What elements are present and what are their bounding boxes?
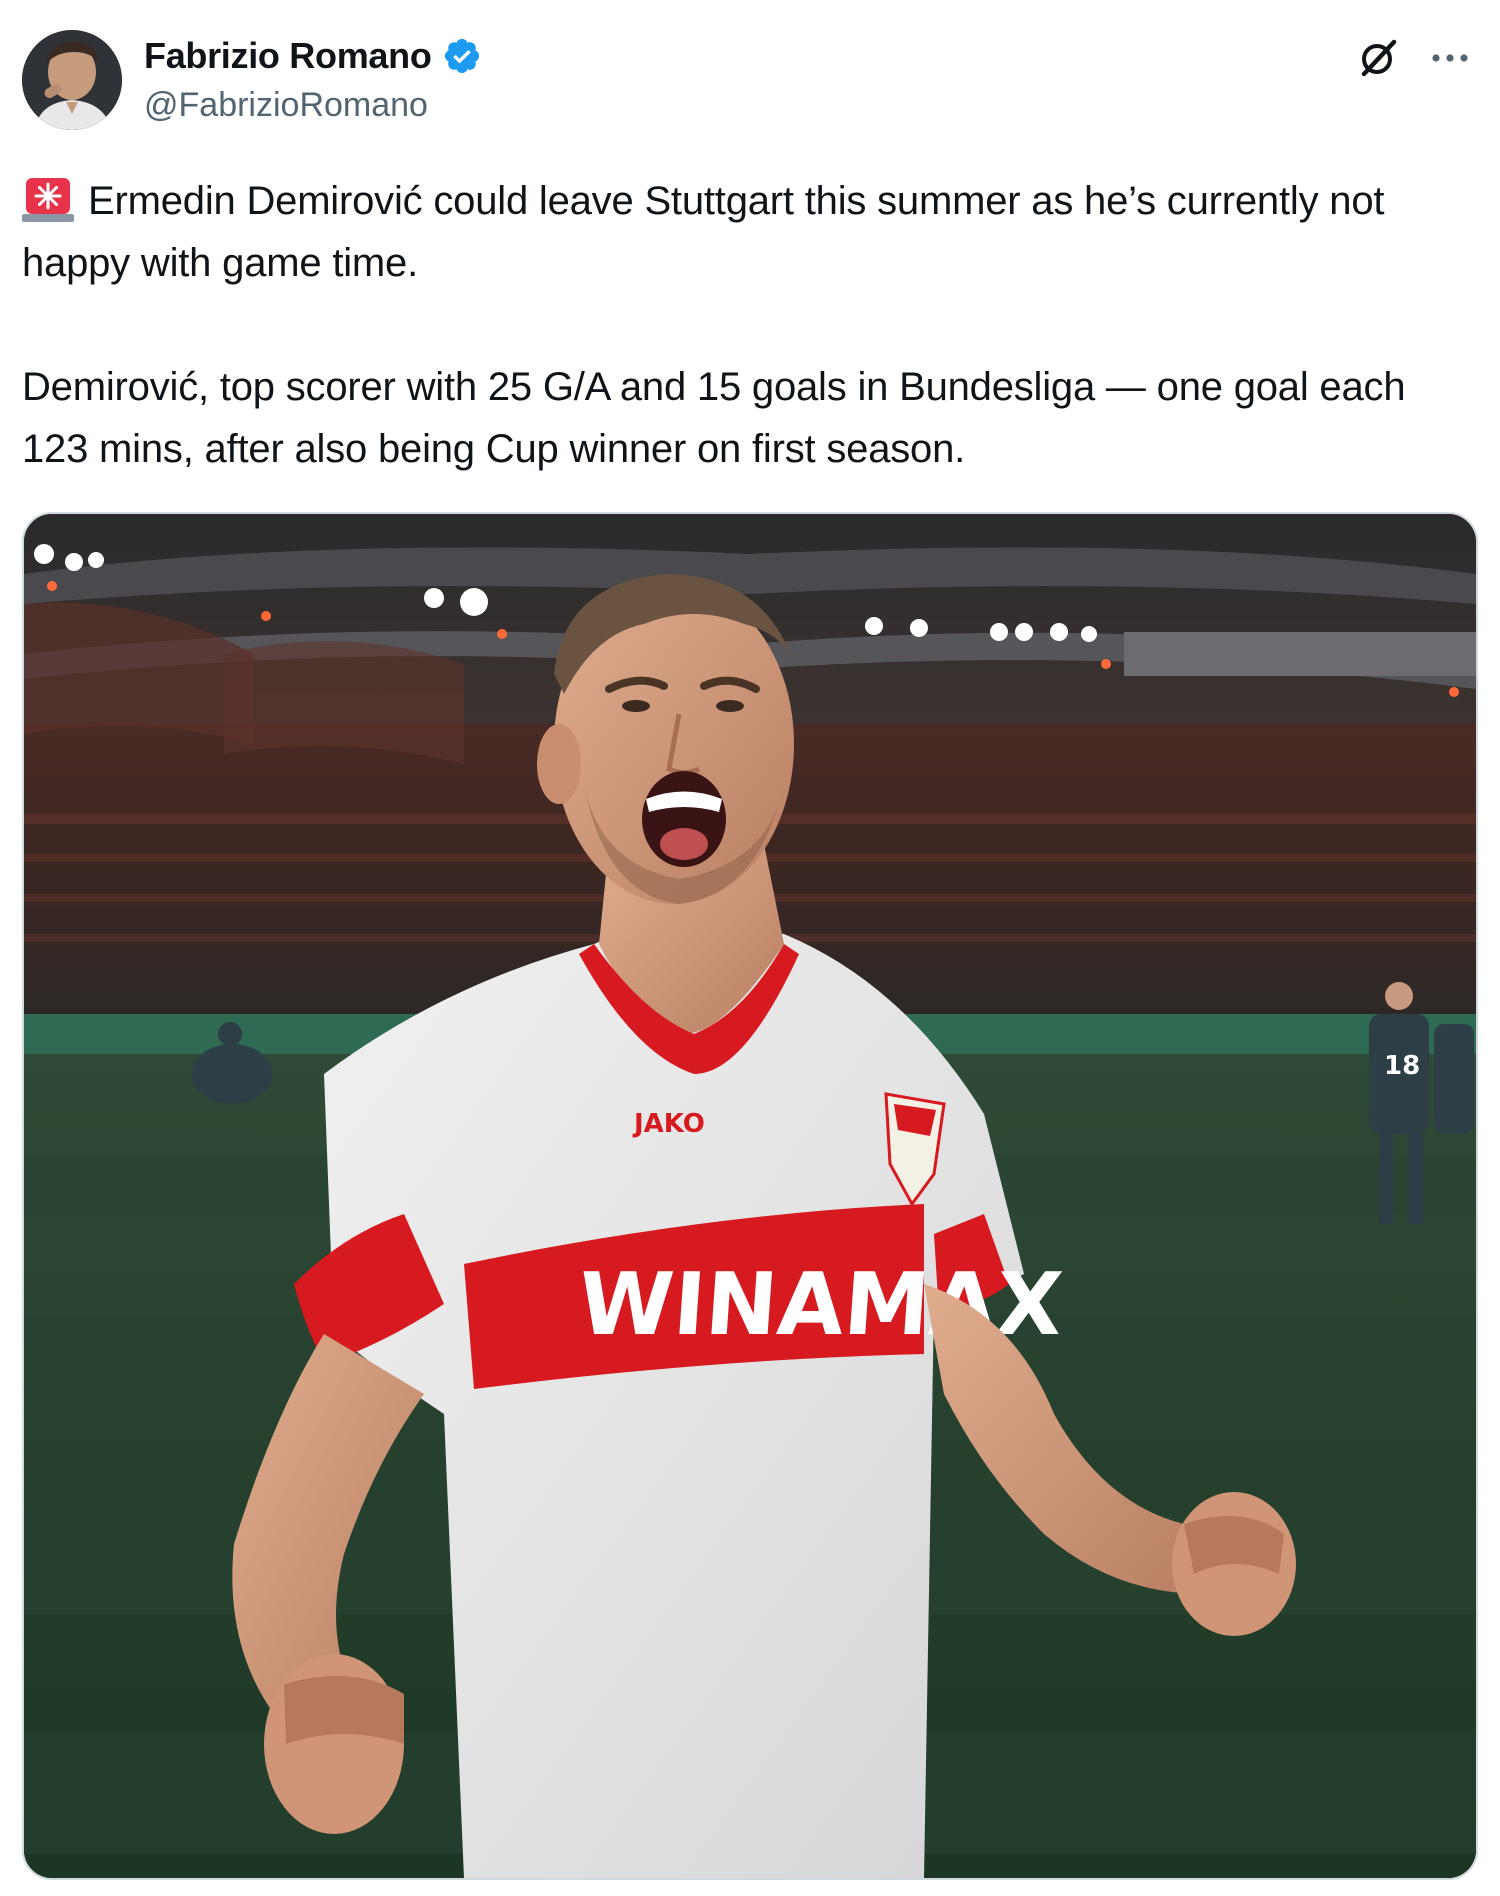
author-display-name[interactable]: Fabrizio Romano — [144, 35, 432, 77]
more-options-icon[interactable] — [1428, 40, 1472, 76]
tweet-card: Fabrizio Romano @FabrizioRomano Ermedin … — [0, 0, 1500, 1896]
tweet-text: Ermedin Demirović could leave Stuttgart … — [22, 170, 1482, 480]
tweet-paragraph-1: Ermedin Demirović could leave Stuttgart … — [22, 170, 1482, 294]
background-player-number: 18 — [1384, 1051, 1420, 1081]
verified-badge-icon[interactable] — [442, 36, 482, 76]
jersey-brand-text: JAKO — [632, 1109, 705, 1139]
author-handle[interactable]: @FabrizioRomano — [144, 86, 428, 125]
tweet-paragraph-2: Demirović, top scorer with 25 G/A and 15… — [22, 365, 1406, 471]
celebration-photo: 18 WINAMAX JAKO — [24, 514, 1476, 1878]
tweet-paragraph-1-text: Ermedin Demirović could leave Stuttgart … — [22, 179, 1385, 285]
siren-icon — [22, 174, 74, 222]
author-name-row: Fabrizio Romano — [144, 34, 482, 78]
profile-photo-icon — [22, 30, 122, 130]
tweet-photo[interactable]: 18 WINAMAX JAKO — [22, 512, 1478, 1880]
avatar[interactable] — [22, 30, 122, 130]
grok-icon[interactable] — [1356, 36, 1400, 80]
